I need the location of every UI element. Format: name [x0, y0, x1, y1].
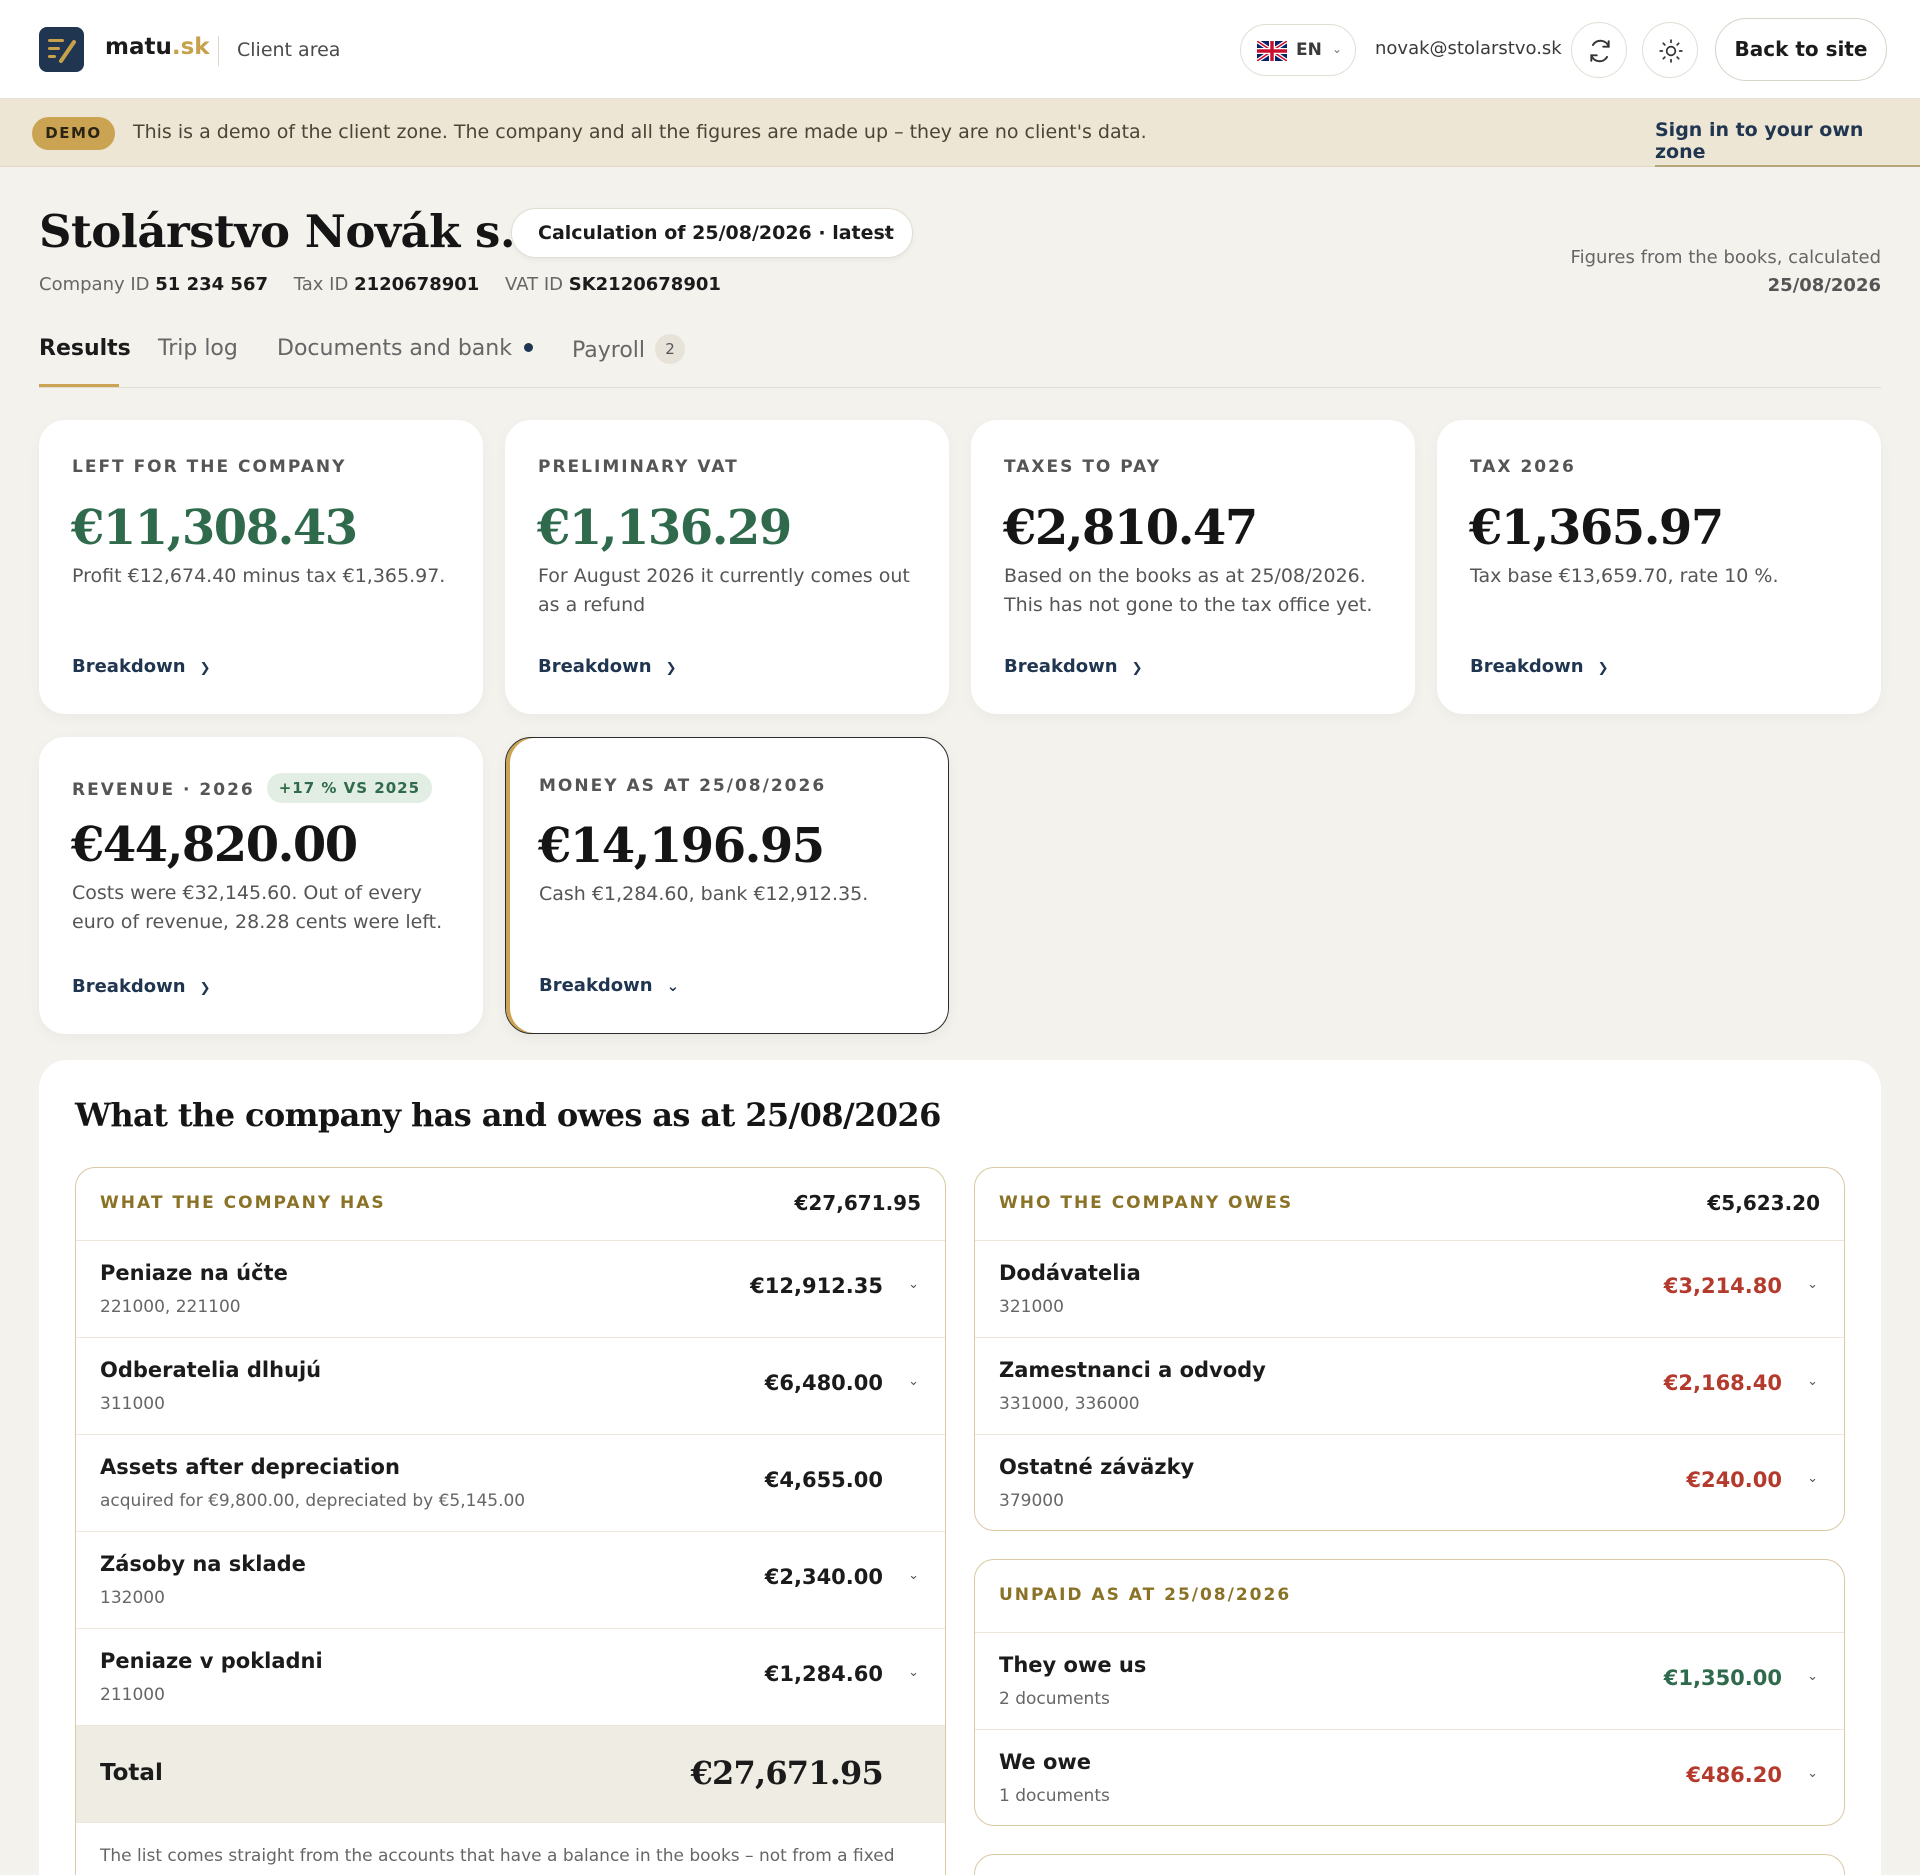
assets-note: The list comes straight from the account… [100, 1846, 895, 1866]
breakdown-link[interactable]: Breakdown ❯ [538, 656, 677, 678]
figures-date: 25/08/2026 [1767, 275, 1881, 296]
balance-title: What the company has and owes as at 25/0… [75, 1096, 941, 1134]
liabilities-heading: WHO THE COMPANY OWES [999, 1193, 1294, 1213]
unpaid-heading: UNPAID AS AT 25/08/2026 [999, 1585, 1292, 1605]
liabilities-box: WHO THE COMPANY OWES €5,623.20 Dodávatel… [974, 1167, 1845, 1531]
chevron-down-icon: ⌄ [881, 223, 894, 241]
back-to-site-button[interactable]: Back to site [1715, 18, 1887, 81]
next-section-box [974, 1854, 1845, 1875]
breakdown-link[interactable]: Breakdown ❯ [72, 976, 211, 998]
balance-panel: What the company has and owes as at 25/0… [39, 1060, 1881, 1875]
top-bar: matu.sk Client area EN ⌄ novak@stolarstv… [0, 0, 1920, 99]
chevron-down-icon: ⌄ [1332, 42, 1343, 56]
card-tax-2026: TAX 2026 €1,365.97 Tax base €13,659.70, … [1437, 420, 1881, 714]
liabilities-total: €5,623.20 [1707, 1191, 1820, 1215]
payroll-count-badge: 2 [655, 334, 686, 364]
tab-bar: Results Trip log Documents and bank Payr… [39, 334, 1881, 388]
table-row[interactable]: Peniaze v pokladni 211000 €1,284.60 ⌄ [76, 1629, 945, 1726]
chevron-down-icon: ⌄ [666, 977, 680, 995]
unpaid-box: UNPAID AS AT 25/08/2026 They owe us 2 doc… [974, 1559, 1845, 1826]
card-revenue: REVENUE · 2026 +17 % VS 2025 €44,820.00 C… [39, 737, 483, 1034]
total-row: Total €27,671.95 [76, 1726, 945, 1823]
demo-badge: DEMO [32, 117, 115, 150]
refresh-icon [1590, 39, 1610, 63]
card-value: €2,810.47 [1003, 500, 1258, 556]
assets-box: WHAT THE COMPANY HAS €27,671.95 Peniaze … [75, 1167, 946, 1875]
table-row[interactable]: Zamestnanci a odvody 331000, 336000 €2,16… [975, 1338, 1844, 1435]
language-selector[interactable]: EN ⌄ [1240, 24, 1356, 76]
client-area-label: Client area [237, 39, 341, 61]
card-value: €14,196.95 [538, 818, 825, 874]
vat-id: SK2120678901 [568, 274, 721, 295]
chevron-down-icon: ⌄ [1807, 1471, 1818, 1486]
chevron-right-icon: ❯ [199, 661, 211, 676]
company-identifiers: Company ID 51 234 567 Tax ID 2120678901 … [39, 274, 721, 295]
table-row[interactable]: Ostatné záväzky 379000 €240.00 ⌄ [975, 1435, 1844, 1530]
chevron-right-icon: ❯ [665, 661, 677, 676]
chevron-right-icon: ❯ [199, 981, 211, 996]
breakdown-link[interactable]: Breakdown ❯ [72, 656, 211, 678]
chevron-down-icon: ⌄ [1807, 1669, 1818, 1684]
chevron-down-icon: ⌄ [908, 1665, 919, 1680]
theme-toggle-button[interactable] [1642, 22, 1698, 78]
table-row: Assets after depreciation acquired for €9… [76, 1435, 945, 1532]
demo-banner: DEMO This is a demo of the client zone. … [0, 99, 1920, 167]
uk-flag-icon [1257, 41, 1287, 61]
chevron-right-icon: ❯ [1131, 661, 1143, 676]
breakdown-toggle[interactable]: Breakdown ⌄ [539, 975, 680, 997]
brand-name[interactable]: matu.sk [105, 34, 210, 60]
assets-heading: WHAT THE COMPANY HAS [100, 1193, 386, 1213]
breakdown-link[interactable]: Breakdown ❯ [1004, 656, 1143, 678]
tax-id: 2120678901 [354, 274, 480, 295]
user-email: novak@stolarstvo.sk [1375, 38, 1562, 59]
calculation-select[interactable]: Calculation of 25/08/2026 · latest ⌄ [511, 208, 913, 258]
card-value: €11,308.43 [71, 500, 358, 556]
language-code: EN [1296, 40, 1322, 60]
table-row[interactable]: Peniaze na účte 221000, 221100 €12,912.35… [76, 1241, 945, 1338]
card-left-for-company: LEFT FOR THE COMPANY €11,308.43 Profit €… [39, 420, 483, 714]
table-row[interactable]: Odberatelia dlhujú 311000 €6,480.00 ⌄ [76, 1338, 945, 1435]
chevron-down-icon: ⌄ [908, 1277, 919, 1292]
card-taxes-to-pay: TAXES TO PAY €2,810.47 Based on the book… [971, 420, 1415, 714]
app-logo[interactable] [39, 27, 84, 72]
chevron-down-icon: ⌄ [1807, 1277, 1818, 1292]
company-id: 51 234 567 [155, 274, 268, 295]
chevron-down-icon: ⌄ [1807, 1766, 1818, 1781]
breakdown-link[interactable]: Breakdown ❯ [1470, 656, 1609, 678]
calculation-select-value: Calculation of 25/08/2026 · latest [538, 222, 894, 244]
unread-dot [523, 342, 533, 352]
tab-documents-and-bank[interactable]: Documents and bank [277, 336, 533, 361]
table-row[interactable]: They owe us 2 documents €1,350.00 ⌄ [975, 1633, 1844, 1730]
table-row[interactable]: Dodávatelia 321000 €3,214.80 ⌄ [975, 1241, 1844, 1338]
sign-in-link[interactable]: Sign in to your own zone [1655, 119, 1920, 167]
card-value: €1,136.29 [537, 500, 792, 556]
tab-trip-log[interactable]: Trip log [158, 336, 238, 361]
chevron-right-icon: ❯ [1597, 661, 1609, 676]
tab-payroll[interactable]: Payroll 2 [572, 334, 686, 366]
chevron-down-icon: ⌄ [908, 1568, 919, 1583]
card-preliminary-vat: PRELIMINARY VAT €1,136.29 For August 202… [505, 420, 949, 714]
table-row[interactable]: Zásoby na sklade 132000 €2,340.00 ⌄ [76, 1532, 945, 1629]
refresh-button[interactable] [1571, 22, 1627, 78]
revenue-growth-badge: +17 % VS 2025 [266, 773, 433, 803]
pencil-icon [59, 40, 76, 63]
tab-results[interactable]: Results [39, 336, 131, 387]
assets-total: €27,671.95 [794, 1191, 921, 1215]
card-money[interactable]: MONEY AS AT 25/08/2026 €14,196.95 Cash €… [505, 737, 949, 1034]
figures-note: Figures from the books, calculated 25/08… [1571, 244, 1881, 300]
card-value: €44,820.00 [71, 817, 358, 873]
sun-icon [1659, 39, 1683, 63]
divider [218, 36, 219, 66]
demo-banner-text: This is a demo of the client zone. The c… [133, 121, 1147, 143]
card-value: €1,365.97 [1469, 500, 1724, 556]
chevron-down-icon: ⌄ [1807, 1374, 1818, 1389]
table-row[interactable]: We owe 1 documents €486.20 ⌄ [975, 1730, 1844, 1825]
chevron-down-icon: ⌄ [908, 1374, 919, 1389]
